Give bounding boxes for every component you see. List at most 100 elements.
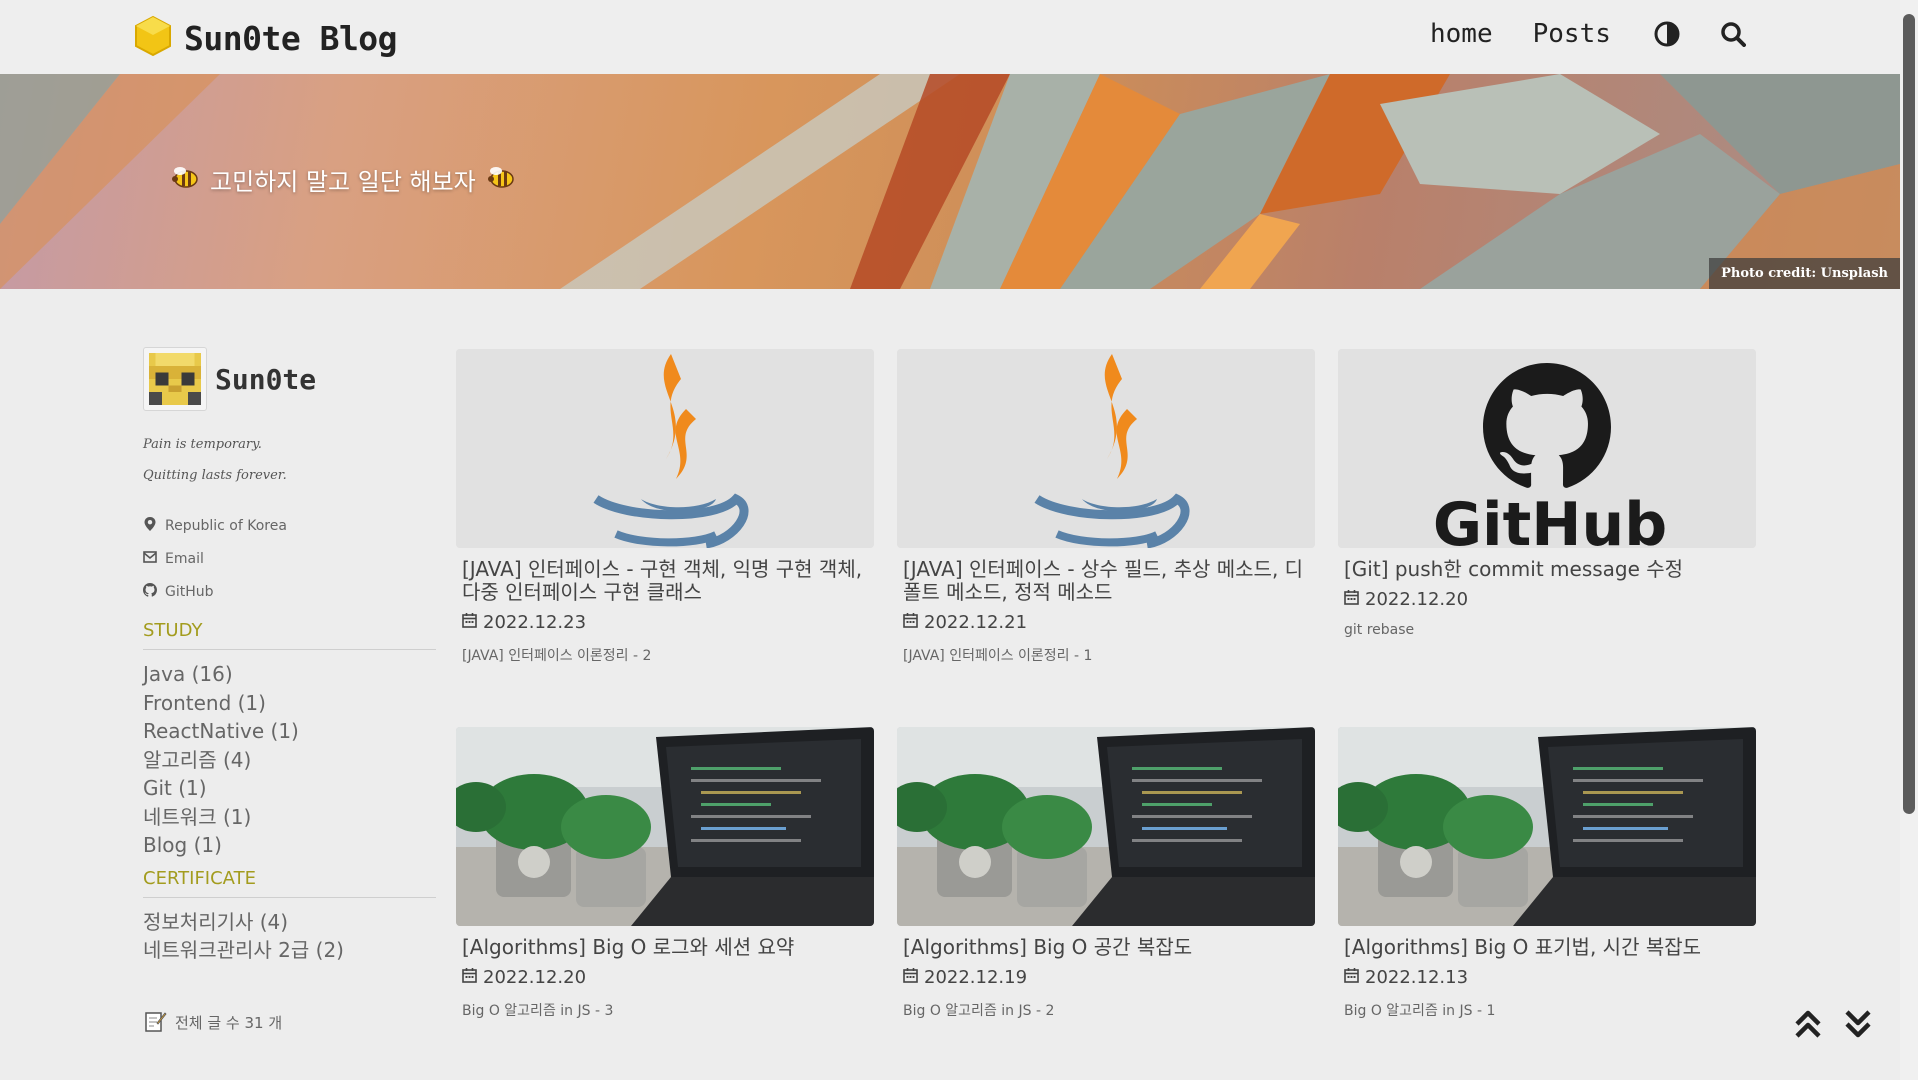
github-icon [143, 582, 157, 601]
post-card[interactable]: [Algorithms] Big O 로그와 세션 요약 2022.12.20 … [456, 727, 874, 1020]
calendar-icon [903, 612, 918, 633]
category-item[interactable]: 네트워크 (1) [143, 803, 436, 832]
post-thumbnail-github: GitHub [1338, 349, 1756, 548]
category-item[interactable]: 네트워크관리사 2급 (2) [143, 936, 436, 965]
post-date: 2022.12.19 [903, 967, 1309, 988]
post-card[interactable]: [Algorithms] Big O 표기법, 시간 복잡도 2022.12.1… [1338, 727, 1756, 1020]
main-nav: home Posts [1430, 18, 1783, 50]
profile-name: Sun0te [215, 362, 317, 396]
post-title[interactable]: [JAVA] 인터페이스 - 구현 객체, 익명 구현 객체, 다중 인터페이스… [462, 558, 868, 604]
post-date-text: 2022.12.13 [1365, 967, 1469, 988]
post-title[interactable]: [Git] push한 commit message 수정 [1344, 558, 1750, 581]
github-link[interactable]: GitHub [143, 575, 436, 608]
photo-credit-prefix: Photo credit: [1721, 266, 1821, 281]
post-date-text: 2022.12.20 [483, 967, 587, 988]
java-logo-icon [897, 349, 1315, 548]
email-text: Email [165, 550, 204, 567]
post-thumbnail-java [456, 349, 874, 548]
calendar-icon [1344, 589, 1359, 610]
category-item[interactable]: ReactNative (1) [143, 717, 436, 746]
category-item[interactable]: Java (16) [143, 660, 436, 689]
post-thumbnail-laptop [897, 727, 1315, 926]
profile-links: Republic of Korea Email GitHub [143, 509, 436, 608]
github-logo-icon: GitHub [1338, 349, 1756, 548]
bio-line: Pain is temporary. [143, 437, 262, 452]
profile-bio: Pain is temporary. Quitting lasts foreve… [143, 429, 436, 491]
post-subtitle: Big O 알고리즘 in JS - 1 [1344, 1003, 1496, 1019]
post-date: 2022.12.23 [462, 612, 868, 633]
location-text: Republic of Korea [165, 517, 287, 534]
category-item[interactable]: Frontend (1) [143, 689, 436, 718]
profile-header: Sun0te [143, 347, 436, 411]
post-date: 2022.12.20 [1344, 589, 1750, 610]
post-card[interactable]: GitHub [Git] push한 commit message 수정 202… [1338, 349, 1756, 638]
photo-credit-source[interactable]: Unsplash [1821, 266, 1888, 281]
nav-posts-link[interactable]: Posts [1533, 19, 1611, 49]
bee-icon [486, 164, 516, 196]
post-date-text: 2022.12.23 [483, 612, 587, 633]
github-wordmark: GitHub [1433, 490, 1667, 548]
search-icon[interactable] [1717, 18, 1749, 50]
post-date: 2022.12.21 [903, 612, 1309, 633]
email-link[interactable]: Email [143, 542, 436, 575]
post-date: 2022.12.13 [1344, 967, 1750, 988]
laptop-plant-photo [456, 727, 874, 926]
double-chevron-up-icon [1793, 1008, 1823, 1044]
post-subtitle: Big O 알고리즘 in JS - 3 [462, 1003, 614, 1019]
laptop-plant-photo [1338, 727, 1756, 926]
post-title[interactable]: [Algorithms] Big O 공간 복잡도 [903, 936, 1309, 959]
photo-credit: Photo credit: Unsplash [1709, 258, 1900, 289]
avatar [143, 347, 207, 411]
post-title[interactable]: [Algorithms] Big O 표기법, 시간 복잡도 [1344, 936, 1750, 959]
post-subtitle: Big O 알고리즘 in JS - 2 [903, 1003, 1055, 1019]
post-card[interactable]: [JAVA] 인터페이스 - 상수 필드, 추상 메소드, 디폴트 메소드, 정… [897, 349, 1315, 665]
post-thumbnail-laptop [456, 727, 874, 926]
nav-home-link[interactable]: home [1430, 19, 1493, 49]
post-date-text: 2022.12.20 [1365, 589, 1469, 610]
contrast-icon[interactable] [1651, 18, 1683, 50]
category-item[interactable]: 알고리즘 (4) [143, 746, 436, 775]
category-title-study: STUDY [143, 620, 436, 650]
post-title[interactable]: [Algorithms] Big O 로그와 세션 요약 [462, 936, 868, 959]
tagline-text: 고민하지 말고 일단 해보자 [210, 168, 476, 196]
post-title[interactable]: [JAVA] 인터페이스 - 상수 필드, 추상 메소드, 디폴트 메소드, 정… [903, 558, 1309, 604]
category-item[interactable]: 정보처리기사 (4) [143, 908, 436, 937]
hero-tagline: 고민하지 말고 일단 해보자 [170, 162, 516, 197]
category-item[interactable]: Git (1) [143, 774, 436, 803]
post-date-text: 2022.12.19 [924, 967, 1028, 988]
profile-sidebar: Sun0te Pain is temporary. Quitting lasts… [143, 347, 436, 1037]
scroll-to-bottom-button[interactable] [1840, 1008, 1876, 1044]
page-scrollbar-thumb[interactable] [1903, 14, 1915, 814]
calendar-icon [903, 967, 918, 988]
hero-banner: 고민하지 말고 일단 해보자 Photo credit: Unsplash [0, 74, 1900, 289]
site-title: Sun0te Blog [184, 18, 398, 58]
post-subtitle: [JAVA] 인터페이스 이론정리 - 2 [462, 648, 652, 664]
hexagon-logo-icon [134, 15, 172, 61]
scroll-to-top-button[interactable] [1790, 1008, 1826, 1044]
calendar-icon [1344, 967, 1359, 988]
post-thumbnail-java [897, 349, 1315, 548]
post-date: 2022.12.20 [462, 967, 868, 988]
bio-line: Quitting lasts forever. [143, 468, 287, 483]
post-subtitle: git rebase [1344, 622, 1415, 638]
category-list-study: Java (16) Frontend (1) ReactNative (1) 알… [143, 660, 436, 860]
total-posts-count: 전체 글 수 31 개 [143, 1009, 436, 1037]
post-card[interactable]: [Algorithms] Big O 공간 복잡도 2022.12.19 Big… [897, 727, 1315, 1020]
category-list-certificate: 정보처리기사 (4) 네트워크관리사 2급 (2) [143, 908, 436, 965]
calendar-icon [462, 612, 477, 633]
bee-icon [170, 164, 200, 196]
category-item[interactable]: Blog (1) [143, 831, 436, 860]
java-logo-icon [456, 349, 874, 548]
category-title-certificate: CERTIFICATE [143, 868, 436, 898]
post-card[interactable]: [JAVA] 인터페이스 - 구현 객체, 익명 구현 객체, 다중 인터페이스… [456, 349, 874, 665]
envelope-icon [143, 550, 157, 567]
post-date-text: 2022.12.21 [924, 612, 1028, 633]
total-posts-text: 전체 글 수 31 개 [175, 1014, 283, 1032]
post-subtitle: [JAVA] 인터페이스 이론정리 - 1 [903, 648, 1093, 664]
post-thumbnail-laptop [1338, 727, 1756, 926]
top-navbar: Sun0te Blog home Posts [0, 0, 1900, 74]
github-text: GitHub [165, 583, 214, 600]
calendar-icon [462, 967, 477, 988]
brand-link[interactable]: Sun0te Blog [134, 15, 398, 61]
laptop-plant-photo [897, 727, 1315, 926]
